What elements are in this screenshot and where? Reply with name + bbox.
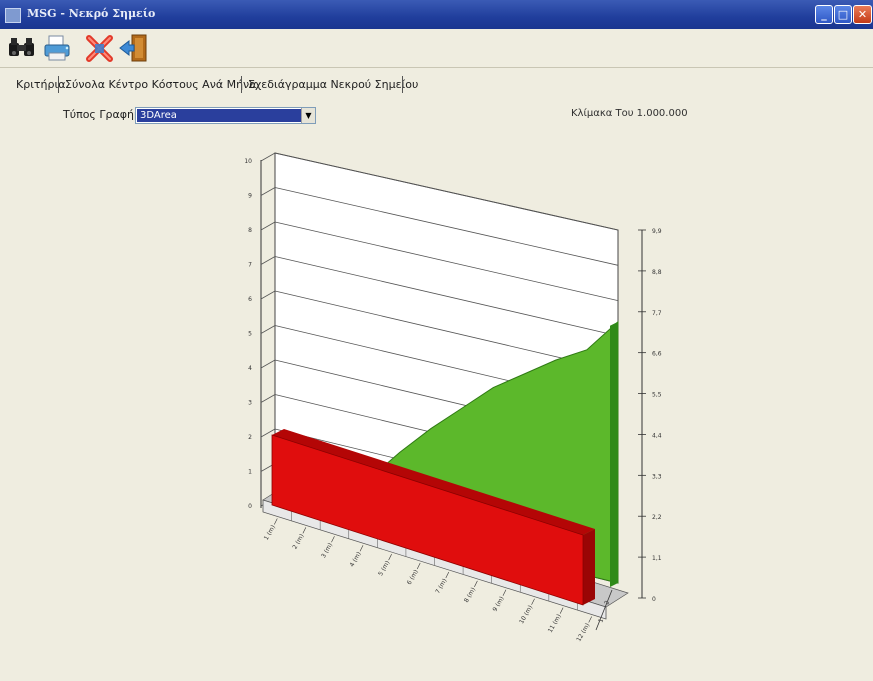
app-icon [5,8,21,23]
tab-separator [58,76,59,93]
left-axis-tick-label: 8 [248,227,252,234]
left-axis-tick-label: 2 [248,434,252,441]
chart-type-value: 3DArea [137,109,303,122]
right-axis-tick-label: 5,5 [652,392,662,399]
left-axis-tick-label: 1 [248,469,252,476]
x-axis-tick [416,562,421,570]
close-button[interactable]: ✕ [853,5,872,24]
right-axis-tick-label: 6,6 [652,351,662,358]
x-axis-tick-label: 1 (m) [263,524,277,542]
left-axis-tick-label: 9 [248,193,252,200]
printer-icon [44,35,70,61]
title-bar[interactable]: MSG - Νεκρό Σημείο _ □ ✕ [0,0,873,29]
tab-separator [402,76,403,93]
print-button[interactable] [43,33,75,63]
x-axis-tick-label: 10 (m) [518,604,534,625]
chart-area-green-side [610,321,618,587]
break-even-chart: 10 9 8 7 6 5 4 3 2 1 0 9,9 8,8 7,7 6,6 5,5 4,4 3,3 2,2 1,1 0… [0,130,873,675]
right-axis-tick-label: 1,1 [652,555,662,562]
x-axis-tick [388,553,392,561]
tab-separator [241,76,242,93]
exit-button[interactable] [118,33,150,63]
close-icon: ✕ [857,8,868,21]
left-axis-tick-label: 0 [248,503,252,510]
x-axis-tick [445,571,450,579]
grid-line-side [260,359,276,369]
x-axis-tick [274,518,278,525]
grid-line-side [260,325,276,334]
left-axis-tick-label: 7 [248,262,252,269]
grid-line-side [260,290,276,300]
dropdown-arrow-icon[interactable]: ▼ [301,108,315,123]
x-axis-tick [531,598,535,605]
right-axis-tick-label: 8,8 [652,269,662,276]
x-axis-tick [302,527,307,534]
right-axis-tick-label: 9,9 [652,228,662,235]
delete-x-icon [86,35,113,62]
right-axis-tick-label: 4,4 [652,432,662,439]
tab-cost-center-totals[interactable]: Σύνολα Κέντρο Κόστους Ανά Μήνα [65,78,256,91]
grid-line-side [260,187,276,196]
x-axis-tick-label: 2 (m) [291,533,305,551]
grid-line-side [260,221,276,231]
chart-area-red-side [583,529,595,605]
window-title: MSG - Νεκρό Σημείο [27,7,156,20]
x-axis-tick [331,536,335,543]
x-axis-tick-label: 11 (m) [547,613,563,634]
left-axis-tick-label: 10 [244,158,252,165]
x-axis-tick [502,589,507,596]
x-axis-tick [559,607,564,614]
x-axis-tick [588,616,592,623]
binoculars-icon [9,38,34,56]
toolbar [0,29,873,68]
maximize-button[interactable]: □ [834,5,852,24]
grid-line-side [260,152,276,162]
x-axis-tick-label: 5 (m) [377,560,391,578]
x-axis-tick-label: 6 (m) [406,569,420,587]
delete-button[interactable] [84,33,116,63]
x-axis-tick [359,545,364,552]
exit-door-icon [119,34,147,62]
right-axis-tick-label: 7,7 [652,310,662,317]
x-axis-tick-label: 12 (m) [575,622,591,643]
x-axis-tick-label: 7 (m) [434,577,448,595]
scale-note: Κλίμακα Του 1.000.000 [571,108,688,119]
chart-type-select[interactable]: 3DArea ▼ [135,107,316,124]
chart-svg: 1098765432109,98,87,76,65,54,43,32,21,10… [244,152,662,643]
left-axis-tick-label: 5 [248,331,252,338]
find-button[interactable] [7,33,39,63]
left-axis-tick-label: 6 [248,296,252,303]
left-axis-tick-label: 4 [248,365,252,372]
maximize-icon: □ [837,8,849,21]
x-axis-tick-label: 4 (m) [349,551,363,569]
grid-line-side [260,256,276,265]
x-axis-tick-label: 9 (m) [491,595,505,613]
app-window: MSG - Νεκρό Σημείο _ □ ✕ Κριτήρια Σύνολα… [0,0,873,681]
minimize-button[interactable]: _ [815,5,833,24]
right-axis-tick-label: 3,3 [652,473,662,480]
left-axis-tick-label: 3 [248,400,252,407]
right-axis-tick-label: 0 [652,596,656,603]
grid-line-side [260,394,276,403]
x-axis-tick-label: 8 (m) [463,586,477,604]
x-axis-tick [474,580,478,588]
tab-strip: Κριτήρια Σύνολα Κέντρο Κόστους Ανά Μήνα … [0,74,873,98]
tab-break-even-chart[interactable]: Σχεδιάγραμμα Νεκρού Σημείου [248,78,418,91]
minimize-icon: _ [821,8,827,21]
right-axis-tick-label: 2,2 [652,514,662,521]
x-axis-tick-label: 3 (m) [320,542,334,560]
